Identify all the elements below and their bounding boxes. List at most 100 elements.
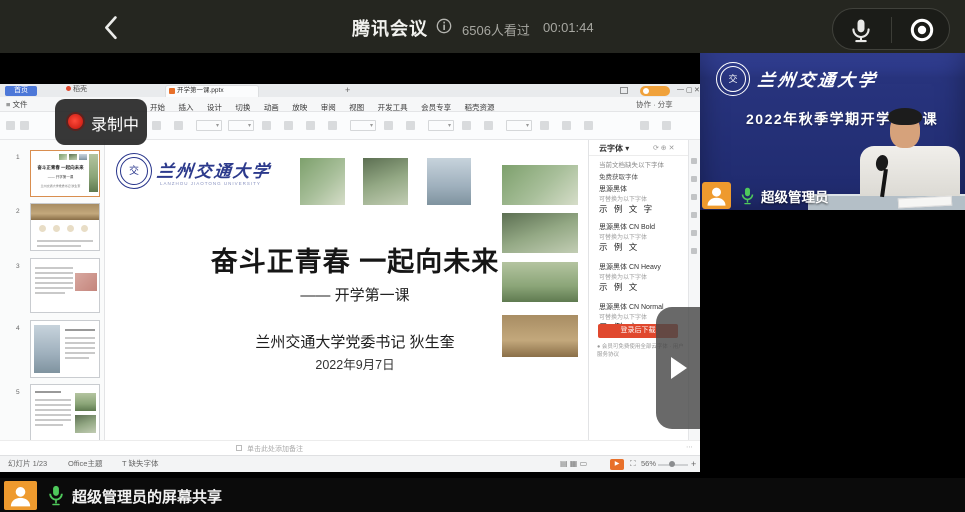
font-hint: 可替换为以下字体 <box>599 312 664 321</box>
toolbar-icon[interactable] <box>20 121 29 130</box>
status-missing-fonts[interactable]: T 缺失字体 <box>122 456 159 472</box>
member-pill[interactable] <box>640 86 670 96</box>
side-icon[interactable] <box>691 194 697 200</box>
speaker-head <box>890 113 920 148</box>
toolbar-icon[interactable] <box>662 121 671 130</box>
toolbar-dropdown[interactable]: ▾ <box>506 120 532 131</box>
status-slide-count: 幻灯片 1/23 <box>8 456 47 472</box>
toolbar-icon[interactable] <box>262 121 271 130</box>
toolbar-icon[interactable] <box>484 121 493 130</box>
ribbon-share-actions[interactable]: 协作 · 分享 <box>636 97 673 112</box>
font-entry[interactable]: 思源黑体 CN Bold 可替换为以下字体 示 例 文 <box>599 222 655 253</box>
viewer-count: 6506人看过 <box>462 20 530 39</box>
font-entry[interactable]: 思源黑体 CN Heavy 可替换为以下字体 示 例 文 <box>599 262 661 293</box>
thumb-number: 2 <box>16 208 20 215</box>
ppt-file-icon <box>169 88 175 94</box>
slideshow-play-button[interactable]: ▶ <box>610 459 624 470</box>
thumb-photo <box>34 325 60 373</box>
thumb-textline <box>35 419 71 421</box>
thumb-title: 奋斗正青春 一起向未来 <box>33 165 88 171</box>
university-logo-subtext: LANZHOU JIAOTONG UNIVERSITY <box>160 181 261 186</box>
toolbar-dropdown[interactable]: ▾ <box>428 120 454 131</box>
slide-thumbnail-5[interactable] <box>30 384 100 442</box>
slide-thumbnail-3[interactable] <box>30 258 100 313</box>
toolbar-dropdown[interactable]: ▾ <box>228 120 254 131</box>
record-button[interactable] <box>908 16 936 44</box>
university-seal-logo: 交 <box>716 62 750 96</box>
wps-document-tab[interactable]: 开学第一课.pptx <box>165 85 259 97</box>
slide-thumbnail-panel: 1 奋斗正青春 一起向未来 —— 开学第一课 兰州交通大学党委书记 狄生奎 2 <box>0 140 105 455</box>
toolbar-icon[interactable] <box>284 121 293 130</box>
side-icon[interactable] <box>691 212 697 218</box>
microphone-icon <box>847 31 875 48</box>
side-icon[interactable] <box>691 248 697 254</box>
seal-glyph: 交 <box>120 157 148 185</box>
toolbar-icon[interactable] <box>328 121 337 130</box>
window-maximize-button[interactable]: ▢ <box>686 86 693 94</box>
slide-thumbnail-4[interactable] <box>30 320 100 378</box>
thumb-photo <box>79 154 87 160</box>
thumb-textline <box>35 414 71 416</box>
window-minimize-button[interactable]: — <box>677 86 684 93</box>
toolbar-icon[interactable] <box>384 121 393 130</box>
file-menu[interactable]: ≡ 文件 <box>6 97 27 112</box>
thumb-number: 4 <box>16 325 20 332</box>
next-page-overlay-button[interactable] <box>656 307 700 429</box>
wps-docer-tab[interactable]: 稻壳 <box>66 85 87 95</box>
toolbar-icon[interactable] <box>152 121 161 130</box>
view-mode-icons[interactable]: ▤ ▦ ▭ <box>560 456 587 472</box>
share-status-label: 超级管理员的屏幕共享 <box>72 486 222 507</box>
toolbar-dropdown[interactable]: ▾ <box>350 120 376 131</box>
slide-canvas[interactable]: 交 兰州交通大学 LANZHOU JIAOTONG UNIVERSITY 奋斗正… <box>105 140 588 440</box>
back-button[interactable] <box>98 13 126 40</box>
meeting-timer: 00:01:44 <box>543 20 594 35</box>
toolbar-icon[interactable] <box>462 121 471 130</box>
slide-thumbnail-1[interactable]: 奋斗正青春 一起向未来 —— 开学第一课 兰州交通大学党委书记 狄生奎 <box>30 150 100 197</box>
fonts-panel-icons[interactable]: ⟳ ⊕ ✕ <box>653 144 675 152</box>
side-icon[interactable] <box>691 158 697 164</box>
font-entry[interactable]: 思源黑体 可替换为以下字体 示 例 文 字 <box>599 184 654 215</box>
side-icon[interactable] <box>691 176 697 182</box>
thumb-shape <box>67 225 74 232</box>
more-icon[interactable]: ⋯ <box>686 443 693 451</box>
screen-share-bar: 超级管理员的屏幕共享 <box>0 478 965 512</box>
recording-dot-icon <box>68 114 83 129</box>
slide-date: 2022年9月7日 <box>180 354 530 373</box>
record-icon <box>908 31 936 48</box>
meeting-title: 腾讯会议 <box>352 15 428 41</box>
new-tab-button[interactable]: + <box>345 85 350 95</box>
window-close-button[interactable]: ✕ <box>694 86 700 94</box>
wps-home-tab[interactable]: 首页 <box>5 86 37 96</box>
speaker-notes-bar[interactable]: 单击此处添加备注 ⋯ <box>0 440 700 455</box>
toolbar-icon[interactable] <box>640 121 649 130</box>
slide-thumbnail-2[interactable] <box>30 203 100 251</box>
info-icon[interactable] <box>436 18 452 34</box>
fonts-panel-title[interactable]: 云字体 ▾ <box>599 143 629 154</box>
toolbar-icon[interactable] <box>584 121 593 130</box>
campus-photo <box>300 158 345 205</box>
zoom-in-button[interactable]: + <box>691 456 696 472</box>
toolbar-icon[interactable] <box>174 121 183 130</box>
side-icon[interactable] <box>691 230 697 236</box>
speaker-video-tile[interactable]: 交 兰州交通大学 2022年秋季学期开学第一课 超级管理员 <box>700 53 965 210</box>
docer-icon <box>66 86 71 91</box>
zoom-slider-knob[interactable] <box>669 461 675 467</box>
font-hint: 可替换为以下字体 <box>599 194 654 203</box>
chevron-left-icon <box>98 27 126 44</box>
mic-button[interactable] <box>847 16 875 44</box>
meeting-controls <box>832 8 950 50</box>
layout-icon[interactable] <box>620 87 628 94</box>
fullscreen-icon[interactable]: ⛶ <box>630 456 636 472</box>
toolbar-icon[interactable] <box>562 121 571 130</box>
toolbar-dropdown[interactable]: ▾ <box>196 120 222 131</box>
thumb-textline <box>35 424 63 426</box>
toolbar-icon[interactable] <box>540 121 549 130</box>
toolbar-icon[interactable] <box>406 121 415 130</box>
campus-photo <box>427 158 471 205</box>
status-theme: Office主题 <box>68 456 102 472</box>
toolbar-icon[interactable] <box>6 121 15 130</box>
notes-placeholder: 单击此处添加备注 <box>247 444 303 454</box>
thumb-photo <box>75 393 96 411</box>
thumb-number: 5 <box>16 389 20 396</box>
toolbar-icon[interactable] <box>306 121 315 130</box>
